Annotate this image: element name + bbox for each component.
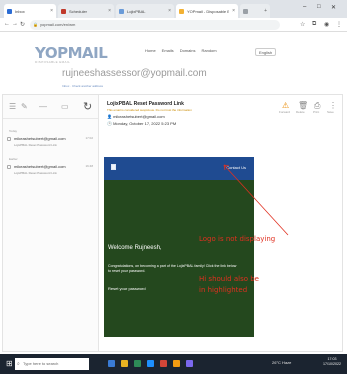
message-subject: LojixPBAL Reset Password Link xyxy=(107,101,184,107)
app-icon[interactable] xyxy=(160,360,167,367)
list-item[interactable]: mikeashetsubert@gmail.com 17:02 LojixPBA… xyxy=(7,135,95,151)
delete-icon[interactable]: 🗑 xyxy=(298,101,308,110)
reset-password-link[interactable]: Reset your password xyxy=(108,286,146,291)
explorer-app-icon[interactable] xyxy=(121,360,128,367)
close-window-button[interactable]: ✕ xyxy=(331,4,336,11)
weather-tray[interactable]: 26°C Haze xyxy=(272,360,291,365)
search-placeholder: Type here to search xyxy=(23,361,59,366)
nav-random[interactable]: Random xyxy=(201,48,216,53)
inbox-toolbar: ☰ ✎ — ▭ ↻ xyxy=(3,95,98,119)
top-nav: Home Emails Domains Random xyxy=(145,48,217,53)
action-label: Delete xyxy=(296,110,305,114)
clock-date: 17/10/2022 xyxy=(323,362,341,366)
checkbox[interactable] xyxy=(7,165,11,169)
back-arrow-icon[interactable]: ← xyxy=(4,21,10,27)
system-clock[interactable]: 17:03 17/10/2022 xyxy=(323,357,341,367)
forward-arrow-icon[interactable]: → xyxy=(12,21,18,27)
annotation-arrow-icon xyxy=(223,164,289,236)
mail-from: mikeashetsubert@gmail.com xyxy=(14,164,66,169)
list-item[interactable]: mikeashetsubert@gmail.com 16:48 LojixPBA… xyxy=(7,163,95,179)
profile-icon[interactable]: ◉ xyxy=(324,21,329,28)
mail-panel: ☰ ✎ — ▭ ↻ Today mikeashetsubert@gmail.co… xyxy=(2,94,343,352)
minimize-button[interactable]: – xyxy=(303,4,306,10)
welcome-heading: Welcome Rujneesh, xyxy=(108,245,162,251)
message-view: LojixPBAL Reset Password Link This email… xyxy=(100,95,342,351)
star-icon[interactable]: ☆ xyxy=(300,21,305,28)
close-icon[interactable]: × xyxy=(50,8,53,14)
date-text: Monday, October 17, 2022 5:23 PM xyxy=(113,121,177,126)
extensions-icon[interactable]: ⧉ xyxy=(312,21,316,28)
address-url: yopmail.com/en/wm xyxy=(40,22,76,27)
action-label: Save xyxy=(327,110,334,114)
language-select[interactable]: English xyxy=(255,48,277,56)
reload-icon[interactable]: ↻ xyxy=(20,21,25,28)
refresh-icon[interactable]: ↻ xyxy=(83,100,92,113)
nav-emails[interactable]: Emails xyxy=(162,48,174,53)
nav-domains[interactable]: Domains xyxy=(180,48,196,53)
mail-favicon-icon xyxy=(7,8,12,14)
logo-tagline: DISPOSABLE EMAIL xyxy=(35,60,71,64)
checkbox[interactable] xyxy=(7,137,11,141)
app-favicon-icon xyxy=(61,8,66,14)
message-date: 🕒 Monday, October 17, 2022 5:23 PM xyxy=(107,121,177,126)
taskbar: ⊞ ⌕ Type here to search 26°C Haze 17:03 … xyxy=(0,354,347,374)
minus-icon[interactable]: — xyxy=(39,102,47,111)
browser-tab-strip: Inbox × Scheduler × LojixPBAL × YOPmail … xyxy=(0,0,347,18)
sender-address: mikeashetsubert@gmail.com xyxy=(113,114,165,119)
group-label: Today xyxy=(9,129,18,133)
group-label: Earlier xyxy=(9,157,18,161)
nav-home[interactable]: Home xyxy=(145,48,156,53)
app-icon[interactable] xyxy=(134,360,141,367)
mail-time: 17:02 xyxy=(85,136,93,140)
more-icon[interactable]: ⋮ xyxy=(329,101,337,110)
forward-icon[interactable]: ⚠ xyxy=(282,101,289,110)
inbox-subtitle-link[interactable]: Inbox · Check another address xyxy=(62,84,103,88)
mail-time: 16:48 xyxy=(85,164,93,168)
compose-icon[interactable]: ✎ xyxy=(21,102,28,111)
yopmail-favicon-icon xyxy=(179,8,184,14)
address-bar[interactable]: 🔒 yopmail.com/en/wm xyxy=(30,20,280,30)
inbox-list: ☰ ✎ — ▭ ↻ Today mikeashetsubert@gmail.co… xyxy=(3,95,99,351)
browser-tab-active[interactable]: YOPmail - Disposable Email × xyxy=(176,4,238,18)
annotation-bold-note-2: in highlighted xyxy=(199,286,248,294)
action-label: Forward xyxy=(279,110,291,114)
maximize-button[interactable]: □ xyxy=(317,4,321,10)
list-view-icon[interactable]: ☰ xyxy=(9,102,16,111)
edge-app-icon[interactable] xyxy=(147,360,154,367)
new-tab-plus-icon[interactable]: + xyxy=(264,8,267,14)
browser-tab[interactable]: + xyxy=(240,4,270,18)
mail-subject: LojixPBAL Reset Password Link xyxy=(14,171,57,175)
browser-tab[interactable]: Inbox × xyxy=(4,4,56,18)
chrome-app-icon[interactable] xyxy=(173,360,180,367)
trash-icon[interactable]: ▭ xyxy=(61,102,69,111)
message-sender: 👤 mikeashetsubert@gmail.com xyxy=(107,114,165,119)
lock-icon: 🔒 xyxy=(33,22,38,27)
taskview-app-icon[interactable] xyxy=(108,360,115,367)
app-favicon-icon xyxy=(119,8,124,14)
new-tab-favicon-icon xyxy=(243,8,248,14)
browser-tab[interactable]: LojixPBAL × xyxy=(116,4,174,18)
close-icon[interactable]: × xyxy=(108,8,111,14)
broken-logo-image-icon xyxy=(111,164,116,170)
inbox-address: rujneeshassessor@yopmail.com xyxy=(62,68,207,79)
search-icon: ⌕ xyxy=(17,361,20,367)
menu-kebab-icon[interactable]: ⋮ xyxy=(336,21,342,28)
annotation-logo-note: Logo is not displaying xyxy=(199,235,276,243)
browser-tab[interactable]: Scheduler × xyxy=(58,4,114,18)
mail-from: mikeashetsubert@gmail.com xyxy=(14,136,66,141)
app-icon[interactable] xyxy=(186,360,193,367)
close-icon[interactable]: × xyxy=(168,8,171,14)
action-label: Print xyxy=(313,110,320,114)
browser-toolbar: ← → ↻ 🔒 yopmail.com/en/wm ☆ ⧉ ◉ ⋮ xyxy=(0,18,347,32)
suspicious-warning: This email is considered suspicious. Do … xyxy=(107,108,192,112)
taskbar-search[interactable]: ⌕ Type here to search xyxy=(15,358,89,370)
annotation-bold-note-1: Hi should also be xyxy=(199,275,259,283)
windows-start-icon[interactable]: ⊞ xyxy=(6,359,13,368)
yopmail-header: YOPMAIL DISPOSABLE EMAIL Home Emails Dom… xyxy=(0,32,347,94)
mail-subject: LojixPBAL Reset Password Link xyxy=(14,143,57,147)
close-icon[interactable]: × xyxy=(232,8,235,14)
